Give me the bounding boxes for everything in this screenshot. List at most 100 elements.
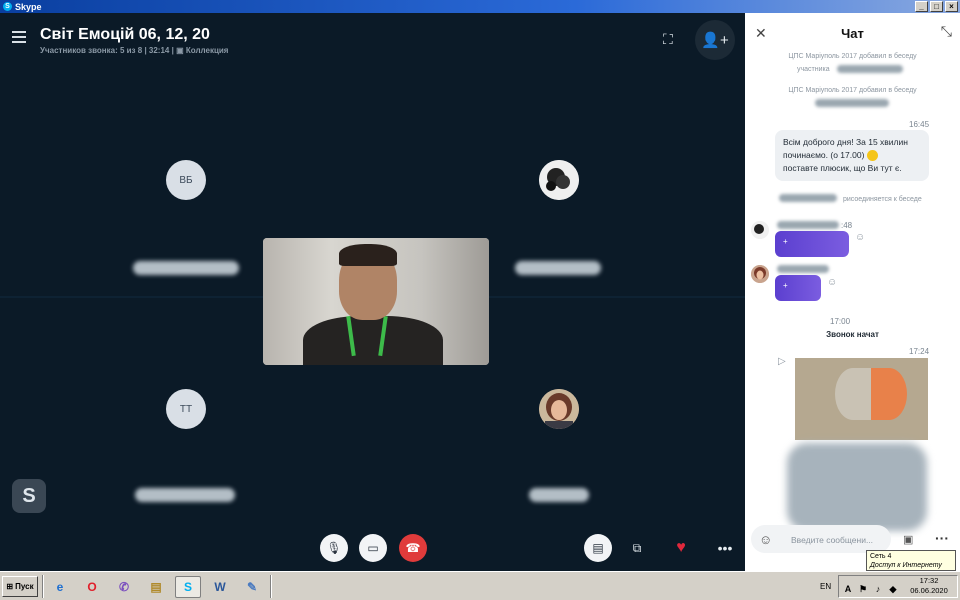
chat-message: Всім доброго дня! За 15 хвилин починаємо… [775,130,929,181]
close-window-button[interactable]: × [945,1,958,12]
viber-icon[interactable]: ✆ [111,576,137,598]
tooltip-line: Доступ к Интернету [870,562,942,569]
clock[interactable]: 17:32 06.06.2020 [905,576,953,596]
paint-icon[interactable]: ✎ [239,576,265,598]
start-button[interactable]: ⊞ Пуск [2,576,38,597]
system-message: участника [797,66,830,73]
participants-count: Участников звонка: 5 из 8 [40,46,143,55]
redacted-name [779,194,837,202]
system-message: ЦПС Маріуполь 2017 добавил в беседу [788,87,917,94]
participant-avatar [539,389,579,429]
menu-icon[interactable] [12,31,26,46]
window-controls: _ □ × [915,1,958,12]
smile-emoji-icon [866,150,878,162]
attach-icon[interactable]: ▣ [903,533,913,546]
chat-panel: ✕ Чат ⤡ ЦПС Маріуполь 2017 добавил в бес… [745,13,960,571]
redacted-name [777,265,829,273]
windows-logo-icon: ⊞ [6,582,14,591]
participant-name [515,261,601,275]
chat-button[interactable]: ▤ [584,534,612,562]
call-duration: 32:14 [148,46,170,55]
skype-logo-icon: S [3,2,12,11]
start-label: Пуск [15,582,34,591]
window-title: Skype [15,1,42,12]
emoji-icon[interactable]: ☺ [759,532,772,547]
divider [270,575,272,598]
volume-icon[interactable]: ♪ [872,578,884,600]
redacted-name [777,221,839,229]
switch-view-icon: ⧉ [632,540,642,555]
skype-taskbar-icon[interactable]: S [175,576,201,598]
window-titlebar: S Skype _ □ × [0,0,960,13]
font-icon[interactable]: A [842,578,854,600]
shared-image[interactable] [795,358,928,440]
explorer-folder-icon[interactable]: ▤ [143,576,169,598]
tray-app-icon[interactable]: ◆ [887,578,899,600]
sender-avatar [751,265,769,283]
video-button[interactable]: ▭ [359,534,387,562]
word-icon[interactable]: W [207,576,233,598]
microphone-icon: 🎙 [326,541,342,555]
internet-explorer-icon[interactable]: e [47,576,73,598]
participant-avatar: ВБ [166,160,206,200]
skype-icon: S [12,479,46,513]
message-line: починаємо. (о 17.00) [783,150,865,160]
self-video [263,238,489,365]
clock-time: 17:32 [919,576,939,585]
add-reaction-icon[interactable]: ☺ [855,232,865,243]
more-icon[interactable]: ··· [935,530,949,546]
call-info: Участников звонка: 5 из 8 | 32:14 | ▣ Ко… [40,46,229,55]
opera-icon[interactable]: O [79,576,105,598]
collection-link[interactable]: Коллекция [186,46,229,55]
sender-avatar [751,221,769,239]
divider [42,575,44,598]
participant-name [133,261,239,275]
message-line: поставте плюсик, що Ви тут є. [783,163,902,173]
participant-name [529,488,589,502]
forward-icon[interactable]: ▷ [778,356,786,367]
chat-message-highlight: + [775,231,849,257]
participant-avatar [539,160,579,200]
maximize-button[interactable]: □ [930,1,943,12]
taskbar: ⊞ Пуск e O ✆ ▤ S W ✎ EN A ⚑ ♪ ◆ 17:32 06… [0,571,960,600]
hang-up-icon: ☎ [405,541,421,555]
collection-icon: ▣ [176,46,184,55]
redacted-content [787,443,927,531]
chat-icon: ▤ [592,541,604,555]
message-time: :48 [841,221,853,230]
layout-icon[interactable]: ⛶ [663,31,673,48]
message-time: 17:24 [909,347,930,356]
system-message: ЦПС Маріуполь 2017 добавил в беседу [788,53,917,60]
heart-icon: ♥ [676,539,686,556]
tooltip-line: Сеть 4 [870,553,892,560]
video-camera-icon: ▭ [367,541,379,555]
redacted-name [815,99,889,107]
redacted-name [837,65,903,73]
more-options-button[interactable]: ••• [711,534,739,562]
expand-icon[interactable]: ⤡ [941,23,952,40]
hang-up-button[interactable]: ☎ [399,534,427,562]
call-started-notice: Звонок начат [826,330,879,339]
microphone-button[interactable]: 🎙 [320,534,348,562]
add-person-icon: 👤+ [701,32,729,49]
language-indicator[interactable]: EN [820,582,831,591]
clock-date: 06.06.2020 [910,586,948,595]
network-icon[interactable]: ⚑ [857,578,869,600]
participant-avatar: ТТ [166,389,206,429]
call-title: Світ Емоцій 06, 12, 20 [40,26,210,43]
add-reaction-icon[interactable]: ☺ [827,277,837,288]
minimize-button[interactable]: _ [915,1,928,12]
message-time: 17:00 [830,317,851,326]
system-message: рисоединяется к беседе [843,196,922,203]
switch-view-button[interactable]: ⧉ [623,534,651,562]
chat-header: ✕ Чат ⤡ [745,13,960,53]
react-button[interactable]: ♥ [667,534,695,562]
message-placeholder: Введите сообщени... [791,535,874,545]
network-tooltip: Сеть 4 Доступ к Интернету [866,550,956,571]
more-icon: ••• [717,540,733,556]
message-time: 16:45 [909,120,930,129]
chat-message-highlight: + [775,275,821,301]
participant-name [135,488,235,502]
add-participant-button[interactable]: 👤+ [695,20,735,60]
message-line: Всім доброго дня! За 15 хвилин [783,137,908,147]
